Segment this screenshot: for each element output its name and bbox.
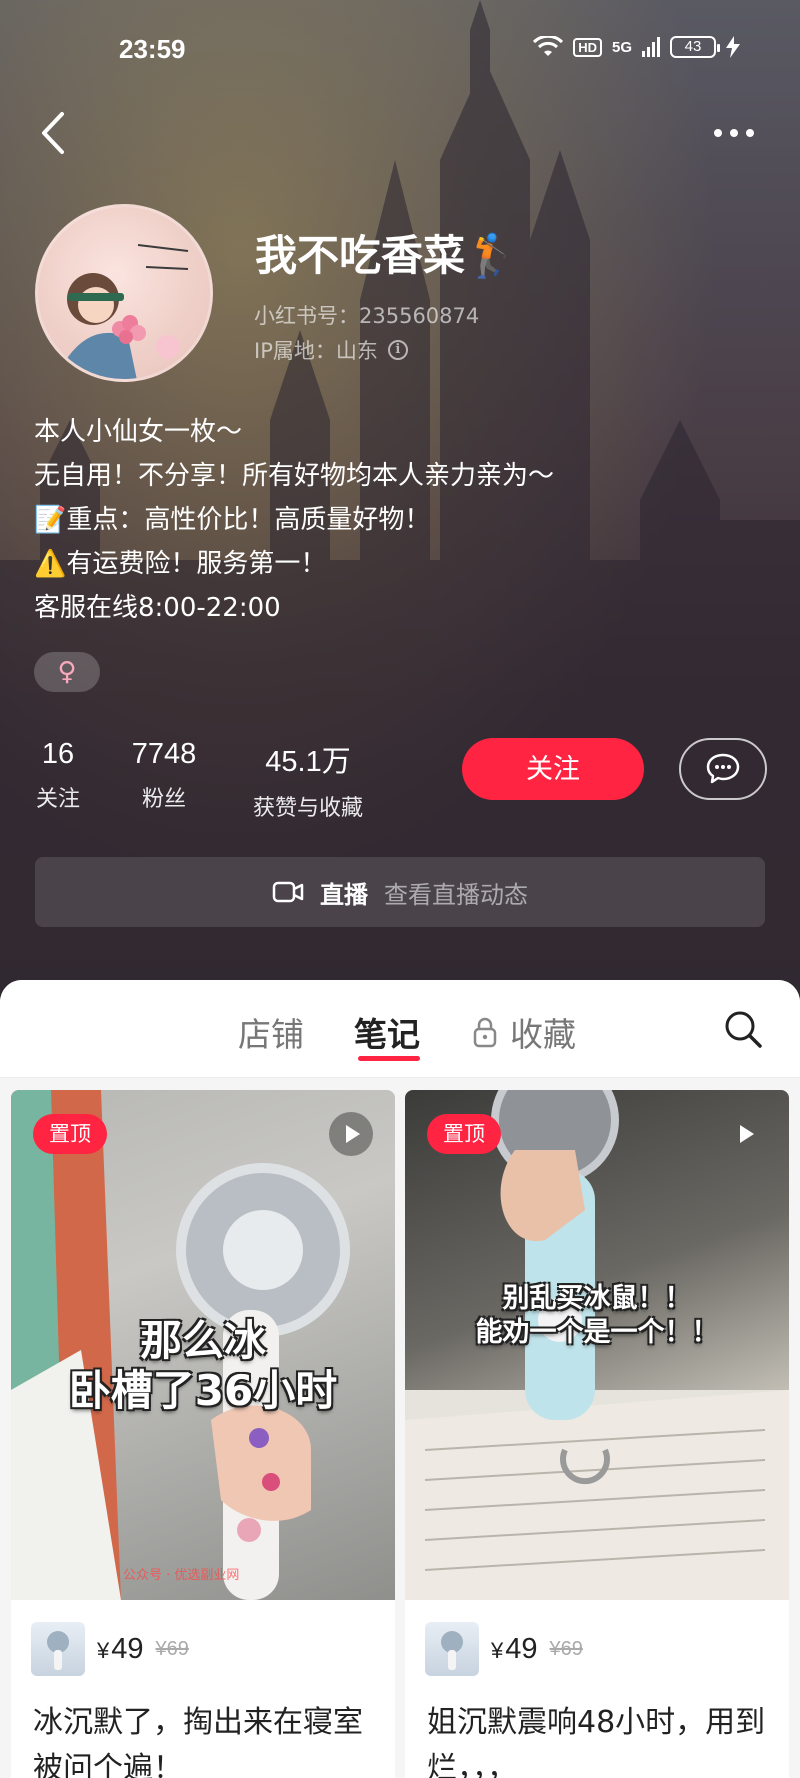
original-price: ¥69 <box>549 1637 583 1660</box>
chevron-left-icon <box>42 112 64 154</box>
more-options-button[interactable] <box>710 118 760 148</box>
chat-bubble-icon <box>706 753 740 783</box>
battery-icon: 43 <box>670 36 720 58</box>
status-bar: 23:59 HD 5G 43 <box>0 0 800 100</box>
product-thumbnail <box>425 1622 479 1676</box>
video-play-indicator <box>723 1112 767 1156</box>
cover-caption-line: 别乱买冰鼠！！ <box>502 1283 692 1314</box>
follow-button[interactable]: 关注 <box>462 738 644 800</box>
note-title[interactable]: 冰沉默了，掏出来在寝室被问个遍！ <box>33 1700 383 1778</box>
live-subtitle: 查看直播动态 <box>384 880 528 909</box>
original-price: ¥69 <box>155 1637 189 1660</box>
search-button[interactable] <box>722 1008 764 1050</box>
following-stat[interactable]: 16 关注 <box>30 738 86 813</box>
bio-line: 📝重点：高性价比！高质量好物！ <box>34 505 431 535</box>
avatar[interactable] <box>35 204 213 382</box>
signal-label: 5G <box>611 38 632 56</box>
live-stream-entry[interactable]: 直播 查看直播动态 <box>35 857 765 927</box>
followers-label: 粉丝 <box>141 787 186 812</box>
red-id: 小红书号：235560874 <box>254 304 480 328</box>
followers-stat[interactable]: 7748 粉丝 <box>116 738 212 813</box>
fan-thumbnail-image <box>441 1631 463 1670</box>
bio-line: 客服在线8:00-22:00 <box>34 593 281 623</box>
following-count: 16 <box>41 738 75 770</box>
hd-icon: HD <box>573 37 602 57</box>
currency-symbol: ¥ <box>491 1637 504 1663</box>
followers-count: 7748 <box>131 738 197 770</box>
tab-shop[interactable]: 店铺 <box>238 1008 304 1056</box>
product-price: ¥49 <box>97 1633 144 1666</box>
play-icon <box>740 1125 754 1143</box>
product-price-row[interactable]: ¥49 ¥69 <box>31 1622 189 1676</box>
bio-line: ⚠️有运费险！服务第一！ <box>34 549 327 579</box>
info-icon[interactable]: i <box>387 340 408 360</box>
ip-location: IP属地：山东 i <box>254 335 408 365</box>
following-label: 关注 <box>35 787 80 812</box>
product-price-row[interactable]: ¥49 ¥69 <box>425 1622 583 1676</box>
battery-level: 43 <box>684 38 702 55</box>
pinned-badge: 置顶 <box>427 1114 501 1154</box>
cover-caption-line: 卧槽了36小时 <box>68 1366 338 1415</box>
likes-count: 45.1万 <box>265 746 351 778</box>
bio: 本人小仙女一枚～ 无自用！不分享！所有好物均本人亲力亲为～ 📝重点：高性价比！高… <box>34 410 554 630</box>
fan-thumbnail-image <box>47 1631 69 1670</box>
note-card[interactable]: 置顶 那么冰 卧槽了36小时 公众号 · 优选副业网 ¥49 ¥69 冰沉默了，… <box>11 1090 395 1778</box>
back-button[interactable] <box>34 108 74 158</box>
nickname: 我不吃香菜🏌️ <box>255 231 518 280</box>
tab-favorites[interactable]: 收藏 <box>472 1008 576 1056</box>
bio-line: 无自用！不分享！所有好物均本人亲力亲为～ <box>34 461 555 491</box>
likes-stat[interactable]: 45.1万 获赞与收藏 <box>246 738 370 822</box>
charging-icon <box>726 36 740 58</box>
status-icons: HD 5G 43 <box>533 36 740 58</box>
tab-bar: 店铺 笔记 收藏 <box>0 980 800 1078</box>
gender-badge: ♀ <box>34 652 100 692</box>
play-icon <box>346 1125 360 1143</box>
product-thumbnail <box>31 1622 85 1676</box>
live-title: 直播 <box>320 880 368 909</box>
product-price: ¥49 <box>491 1633 538 1666</box>
bio-line: 本人小仙女一枚～ <box>34 417 243 447</box>
cover-caption: 那么冰 卧槽了36小时 <box>11 1316 395 1416</box>
note-cover[interactable]: 置顶 那么冰 卧槽了36小时 公众号 · 优选副业网 <box>11 1090 395 1600</box>
cover-caption-line: 能劝一个是一个！！ <box>475 1317 719 1348</box>
cover-caption: 别乱买冰鼠！！ 能劝一个是一个！！ <box>405 1282 789 1350</box>
signal-icon <box>642 37 660 57</box>
currency-symbol: ¥ <box>97 1637 110 1663</box>
message-button[interactable] <box>679 738 767 800</box>
wifi-icon <box>533 36 564 56</box>
female-icon: ♀ <box>57 657 77 687</box>
video-camera-icon <box>272 881 304 903</box>
ip-location-text: IP属地：山东 <box>254 339 378 363</box>
watermark-text: 公众号 · 优选副业网 <box>123 1568 240 1583</box>
cover-caption-line: 那么冰 <box>139 1316 266 1365</box>
lock-icon <box>473 1017 497 1048</box>
note-card[interactable]: 置顶 别乱买冰鼠！！ 能劝一个是一个！！ ¥49 ¥69 姐沉默震响48小时，用… <box>405 1090 789 1778</box>
price-value: 49 <box>111 1632 144 1665</box>
likes-label: 获赞与收藏 <box>252 796 363 821</box>
active-tab-indicator <box>358 1056 420 1061</box>
tab-notes[interactable]: 笔记 <box>354 1008 420 1056</box>
video-play-indicator <box>329 1112 373 1156</box>
price-value: 49 <box>505 1632 538 1665</box>
status-time: 23:59 <box>119 34 186 64</box>
more-dots-icon <box>714 129 754 137</box>
note-cover[interactable]: 置顶 别乱买冰鼠！！ 能劝一个是一个！！ <box>405 1090 789 1600</box>
pinned-badge: 置顶 <box>33 1114 107 1154</box>
note-title[interactable]: 姐沉默震响48小时，用到烂，，， <box>427 1700 777 1778</box>
avatar-illustration <box>60 244 189 379</box>
search-icon <box>725 1011 762 1048</box>
tab-favorites-label: 收藏 <box>510 1015 576 1054</box>
content-sheet: 店铺 笔记 收藏 置顶 那么冰 卧槽了36小时 公众号 · 优选副业网 ¥49 … <box>0 980 800 1778</box>
